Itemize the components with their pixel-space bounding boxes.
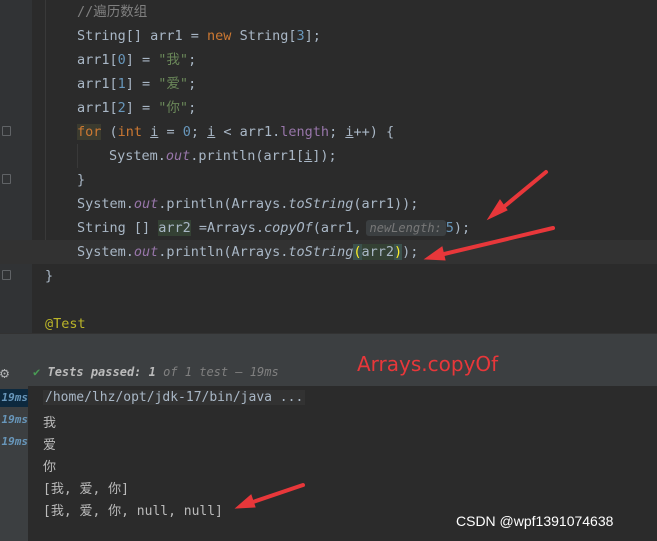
arrow-shaft xyxy=(438,226,555,257)
arrow-shaft xyxy=(498,170,548,212)
arrow-head xyxy=(423,246,446,261)
arrow-head xyxy=(234,494,256,509)
arrow-head xyxy=(486,199,508,221)
arrow-shaft xyxy=(248,483,305,505)
annotation-arrows xyxy=(234,170,555,509)
